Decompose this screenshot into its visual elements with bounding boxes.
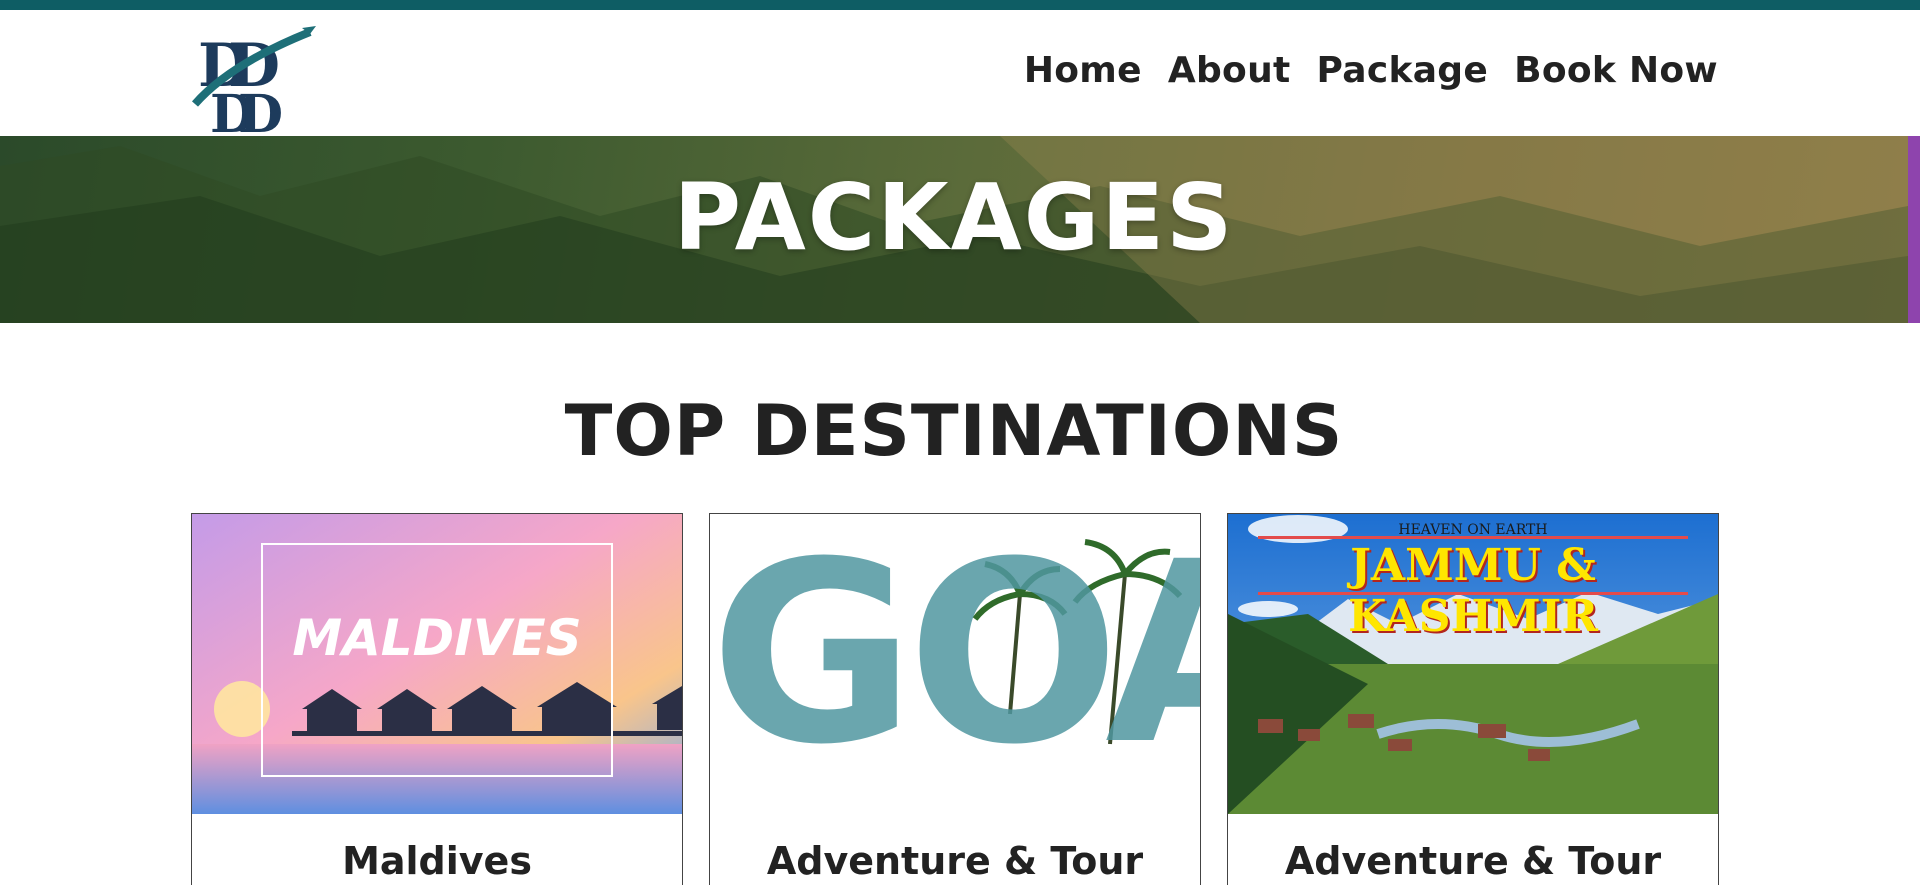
kashmir-image-text: JAMMU & KASHMIR [1348,540,1598,642]
site-header: D D D D Home About Package Book Now [0,10,1920,145]
logo-icon: D D D D [191,26,316,145]
nav-about[interactable]: About [1168,50,1291,91]
hero-banner: PACKAGES [0,136,1908,323]
card-caption: Maldives [342,839,532,883]
destination-card-goa[interactable]: GOA Adventure & Tour [709,513,1201,885]
kashmir-image: HEAVEN ON EARTH JAMMU & KASHMIR [1228,514,1718,814]
goa-image: GOA [710,514,1200,814]
main-nav: Home About Package Book Now [1024,50,1718,91]
svg-text:D: D [238,84,283,136]
nav-book-now[interactable]: Book Now [1514,50,1718,91]
destination-card-kashmir[interactable]: HEAVEN ON EARTH JAMMU & KASHMIR Adventur… [1227,513,1719,885]
nav-home[interactable]: Home [1024,50,1142,91]
card-caption: Adventure & Tour [1284,839,1662,883]
kashmir-image-subtitle: HEAVEN ON EARTH [1398,522,1548,538]
goa-image-text: GOA [710,514,1200,799]
section-title: TOP DESTINATIONS [564,390,1344,472]
top-accent-bar [0,0,1920,10]
hero-title: PACKAGES [673,164,1235,271]
card-caption: Adventure & Tour [766,839,1144,883]
maldives-image: MALDIVES [192,514,682,814]
maldives-image-text: MALDIVES [292,609,582,667]
destination-cards: MALDIVES Maldives GO Adventure & Tour HE… [191,513,1719,885]
logo[interactable]: D D D D [190,24,320,145]
destination-card-maldives[interactable]: MALDIVES Maldives [191,513,683,885]
nav-package[interactable]: Package [1317,50,1489,91]
